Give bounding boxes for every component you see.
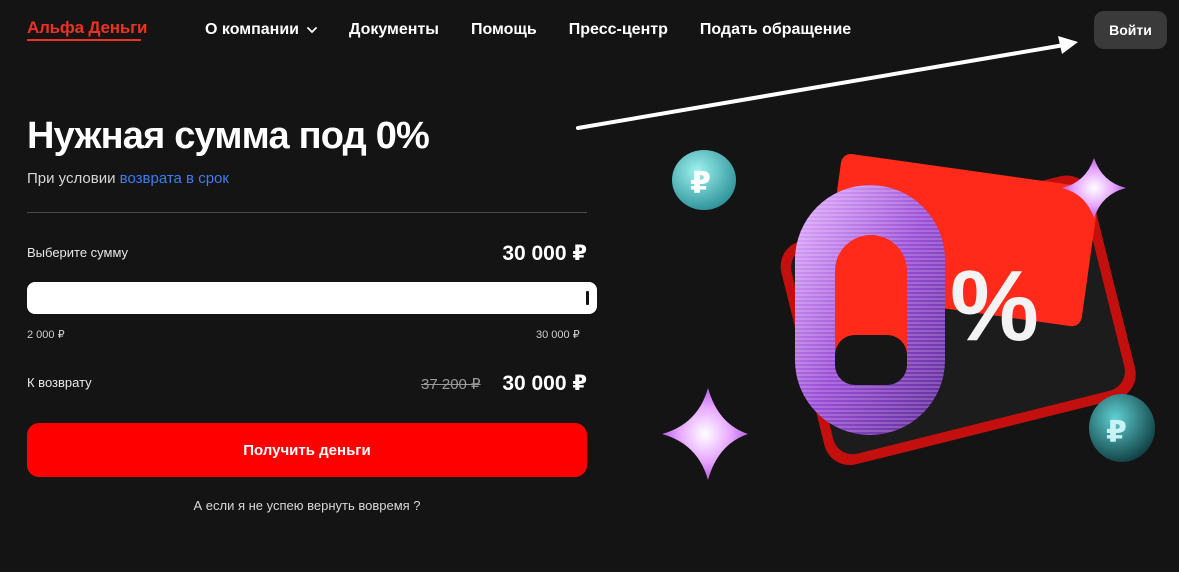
return-amount: 30 000 ₽ xyxy=(502,372,587,395)
selected-amount: 30 000 ₽ xyxy=(502,242,587,265)
page-title: Нужная сумма под 0% xyxy=(27,115,430,157)
svg-text:₽: ₽ xyxy=(1106,415,1127,450)
ruble-coin-top: ₽ xyxy=(672,150,736,210)
promo-illustration: % ₽ ₽ xyxy=(662,150,1155,480)
return-terms-link[interactable]: возврата в срок xyxy=(120,170,229,187)
nav-item-label: Помощь xyxy=(470,21,537,38)
slider-min-label: 2 000 ₽ xyxy=(27,329,65,341)
hero-subtitle: При условии возврата в срок xyxy=(27,170,229,187)
login-button[interactable]: Войти xyxy=(1094,11,1167,49)
return-label: К возврату xyxy=(27,375,92,390)
nav-item-label: О компании xyxy=(205,21,299,38)
get-money-button[interactable]: Получить деньги xyxy=(27,423,587,477)
divider xyxy=(27,212,587,213)
zero-glyph xyxy=(795,185,945,435)
amount-slider[interactable] xyxy=(27,282,597,314)
subtitle-text: При условии xyxy=(27,170,120,187)
old-return-amount: 37 200 ₽ xyxy=(421,376,481,393)
amount-select-label: Выберите сумму xyxy=(27,245,129,260)
nav-item-help[interactable]: Помощь xyxy=(471,21,537,39)
nav-item-label: Документы xyxy=(348,21,439,38)
logo-underline xyxy=(27,39,141,41)
late-return-faq-link[interactable]: А если я не успею вернуть вовремя ? xyxy=(0,498,614,513)
slider-thumb[interactable] xyxy=(586,291,589,305)
sparkle-bottom-left xyxy=(662,388,748,480)
ruble-coin-bottom: ₽ xyxy=(1089,394,1155,462)
brand-logo[interactable]: Альфа Деньги xyxy=(27,18,147,38)
percent-sign: % xyxy=(950,250,1039,362)
chevron-down-icon xyxy=(307,27,317,34)
svg-text:₽: ₽ xyxy=(690,166,711,201)
annotation-arrow xyxy=(576,36,1078,130)
nav-item-documents[interactable]: Документы xyxy=(349,21,439,39)
slider-max-label: 30 000 ₽ xyxy=(536,329,580,341)
nav-item-about[interactable]: О компании xyxy=(205,21,317,39)
